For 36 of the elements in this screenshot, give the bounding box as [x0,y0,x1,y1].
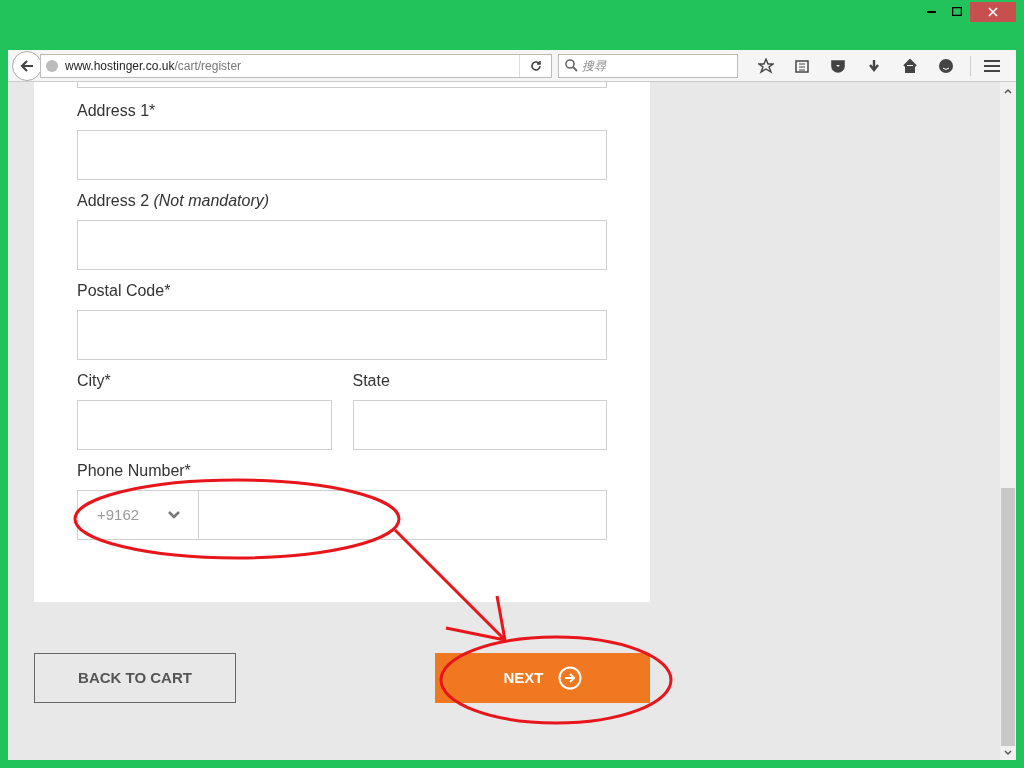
arrow-circle-right-icon [557,666,582,690]
bookmark-star-icon [758,57,774,74]
field-label: State [352,371,391,391]
scrollbar-thumb[interactable] [1001,488,1015,746]
input-field[interactable] [77,220,607,270]
search-field[interactable]: 搜尋 [558,53,738,78]
download-arrow-icon [866,57,882,74]
reading-list-icon [794,57,810,74]
input-field[interactable] [77,310,607,360]
globe-icon [45,58,59,73]
search-icon [565,59,578,72]
field-label: Postal Code* [77,281,172,301]
field-label: Address 1* [77,101,157,121]
phone-input-field[interactable] [199,490,607,540]
minimize-icon [926,9,936,13]
input-field[interactable] [352,400,607,450]
menu-icon [984,58,1000,73]
input-field[interactable] [77,400,332,450]
arrow-left-icon [20,59,34,72]
search-input[interactable]: 搜尋 [582,56,737,75]
input-field[interactable] [77,130,607,180]
scrollbar[interactable] [1000,82,1016,760]
input-field[interactable] [77,82,607,88]
maximize-icon [952,6,962,16]
address-bar[interactable]: www.hostinger.co.uk/cart/register [40,53,552,78]
field-label: Address 2 (Not mandatory) [77,191,271,211]
field-label: City* [77,371,112,391]
back-button[interactable] [12,50,42,81]
field-label: Phone Number* [77,461,192,481]
url-text: www.hostinger.co.uk/cart/register [65,57,243,75]
chevron-down-icon [168,511,180,519]
back-to-cart-button[interactable]: BACK TO CART [34,653,236,703]
reload-icon [529,59,542,72]
scroll-down-icon [1004,750,1012,756]
scroll-up-icon [1004,88,1012,94]
close-icon [988,7,998,17]
